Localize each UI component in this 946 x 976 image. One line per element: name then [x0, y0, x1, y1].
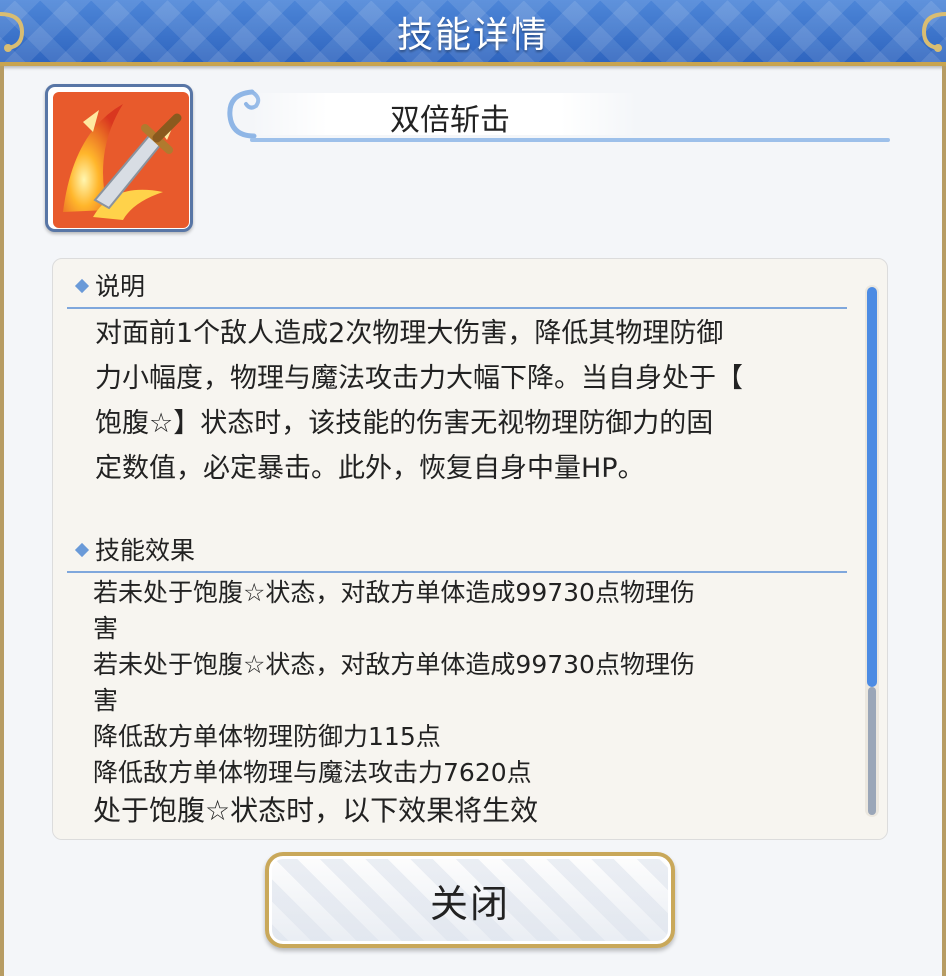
scrollbar-remaining: [868, 687, 876, 815]
effect-line: 若未处于饱腹☆状态，对敌方单体造成99730点物理伤: [93, 650, 695, 679]
frame-border-left: [0, 66, 4, 976]
skill-icon-frame: [45, 84, 193, 232]
effect-line: 若未处于饱腹☆状态，对敌方单体造成99730点物理伤: [93, 578, 695, 607]
close-button-label: 关闭: [429, 881, 510, 926]
scroll-fade: [53, 825, 887, 839]
effects-heading: 技能效果: [74, 531, 196, 567]
description-line: 对面前1个敌人造成2次物理大伤害，降低其物理防御: [95, 318, 724, 349]
effect-line: 降低敌方单体物理防御力115点: [93, 722, 441, 751]
skill-name-underline: [250, 138, 890, 142]
sword-slash-icon: [53, 92, 189, 228]
effect-line: 降低敌方单体物理与魔法攻击力7620点: [93, 758, 532, 787]
corner-ornament-icon: [921, 12, 946, 52]
effect-line: 害: [93, 686, 119, 715]
effects-heading-label: 技能效果: [95, 536, 196, 565]
description-line: 定数值，必定暴击。此外，恢复自身中量HP。: [95, 453, 645, 484]
skill-name: 双倍斩击: [390, 103, 510, 138]
section-divider: [67, 307, 847, 309]
skill-detail-panel[interactable]: 说明 对面前1个敌人造成2次物理大伤害，降低其物理防御 力小幅度，物理与魔法攻击…: [52, 258, 888, 840]
description-line: 饱腹☆】状态时，该技能的伤害无视物理防御力的固: [95, 408, 714, 439]
description-line: 力小幅度，物理与魔法攻击力大幅下降。当自身处于【: [95, 363, 743, 394]
title-bar: 技能详情: [0, 0, 946, 66]
diamond-bullet-icon: [74, 542, 90, 558]
scrollbar-thumb[interactable]: [867, 287, 877, 687]
effect-line: 害: [93, 614, 119, 643]
dialog-title: 技能详情: [396, 15, 549, 56]
diamond-bullet-icon: [74, 278, 90, 294]
frame-border-right: [942, 66, 946, 976]
description-heading-label: 说明: [95, 272, 146, 301]
description-heading: 说明: [74, 267, 146, 303]
close-button[interactable]: 关闭: [265, 852, 675, 948]
effect-line: 处于饱腹☆状态时，以下效果将生效: [93, 794, 539, 827]
